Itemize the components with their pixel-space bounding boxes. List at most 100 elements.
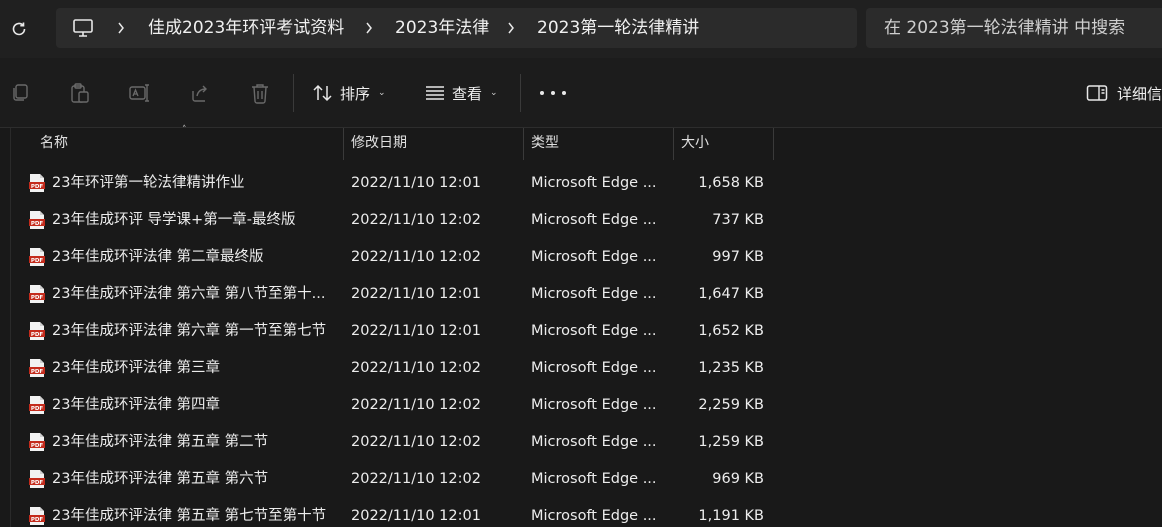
svg-text:PDF: PDF <box>31 258 44 264</box>
breadcrumb-item[interactable]: 佳成2023年环评考试资料 <box>148 17 344 39</box>
file-type: Microsoft Edge ... <box>531 175 657 191</box>
svg-text:PDF: PDF <box>31 517 44 523</box>
file-modified-date: 2022/11/10 12:02 <box>351 397 481 413</box>
pdf-file-icon: PDF <box>29 470 45 488</box>
file-row[interactable]: PDF 23年佳成环评法律 第五章 第二节 2022/11/10 12:02 M… <box>11 424 1162 461</box>
rename-button[interactable] <box>129 82 151 104</box>
sort-button[interactable]: 排序 ⌄ <box>312 78 386 108</box>
file-type: Microsoft Edge ... <box>531 360 657 376</box>
copy-button[interactable] <box>9 82 31 104</box>
column-header-size[interactable]: 大小 <box>674 128 774 160</box>
column-header-label: 修改日期 <box>351 135 407 151</box>
pdf-file-icon: PDF <box>29 433 45 451</box>
file-row[interactable]: PDF 23年佳成环评法律 第四章 2022/11/10 12:02 Micro… <box>11 387 1162 424</box>
chevron-down-icon: ⌄ <box>378 88 386 98</box>
view-button[interactable]: 查看 ⌄ <box>424 78 498 108</box>
pdf-file-icon: PDF <box>29 507 45 525</box>
file-size: 1,647 KB <box>698 286 764 302</box>
file-size: 969 KB <box>712 471 764 487</box>
file-size: 1,235 KB <box>698 360 764 376</box>
file-row[interactable]: PDF 23年佳成环评法律 第六章 第八节至第十... 2022/11/10 1… <box>11 276 1162 313</box>
more-options-button[interactable] <box>540 82 566 104</box>
pdf-file-icon: PDF <box>29 211 45 229</box>
file-type: Microsoft Edge ... <box>531 249 657 265</box>
file-name: 23年佳成环评法律 第六章 第八节至第十... <box>52 286 326 302</box>
file-name: 23年环评第一轮法律精讲作业 <box>52 175 245 191</box>
svg-text:PDF: PDF <box>31 332 44 338</box>
column-divider[interactable] <box>773 128 774 160</box>
file-size: 1,658 KB <box>698 175 764 191</box>
chevron-down-icon: ⌄ <box>490 88 498 98</box>
sort-ascending-icon: ˄ <box>182 125 187 135</box>
file-row[interactable]: PDF 23年佳成环评法律 第六章 第一节至第七节 2022/11/10 12:… <box>11 313 1162 350</box>
file-name: 23年佳成环评法律 第二章最终版 <box>52 249 264 265</box>
file-row[interactable]: PDF 23年佳成环评 导学课+第一章-最终版 2022/11/10 12:02… <box>11 202 1162 239</box>
rename-icon <box>129 84 149 102</box>
address-box[interactable]: 佳成2023年环评考试资料 2023年法律 2023第一轮法律精讲 <box>56 8 857 48</box>
file-modified-date: 2022/11/10 12:02 <box>351 434 481 450</box>
view-icon <box>426 86 444 100</box>
breadcrumb-chevron-icon[interactable] <box>114 18 128 38</box>
sort-icon <box>313 84 332 102</box>
delete-button[interactable] <box>249 82 271 104</box>
more-icon <box>562 91 566 95</box>
details-pane-button[interactable]: 详细信息 <box>1086 78 1162 108</box>
column-header-label: 类型 <box>531 135 559 151</box>
toolbar-divider <box>520 74 521 112</box>
search-input[interactable] <box>884 17 1162 39</box>
sort-label: 排序 <box>340 84 371 103</box>
file-modified-date: 2022/11/10 12:02 <box>351 249 481 265</box>
svg-text:PDF: PDF <box>31 295 44 301</box>
file-name: 23年佳成环评法律 第五章 第六节 <box>52 471 269 487</box>
view-label: 查看 <box>452 84 483 103</box>
file-size: 997 KB <box>712 249 764 265</box>
file-row[interactable]: PDF 23年佳成环评法律 第五章 第七节至第十节 2022/11/10 12:… <box>11 498 1162 527</box>
column-header-date[interactable]: 修改日期 <box>344 128 524 160</box>
file-row[interactable]: PDF 23年环评第一轮法律精讲作业 2022/11/10 12:01 Micr… <box>11 165 1162 202</box>
file-modified-date: 2022/11/10 12:01 <box>351 508 481 524</box>
column-header-label: 大小 <box>681 135 709 151</box>
refresh-icon <box>12 22 26 36</box>
pdf-file-icon: PDF <box>29 359 45 377</box>
delete-icon <box>252 84 268 104</box>
breadcrumb-chevron-icon[interactable] <box>362 18 376 38</box>
share-button[interactable] <box>189 82 211 104</box>
file-name: 23年佳成环评 导学课+第一章-最终版 <box>52 212 296 228</box>
file-row[interactable]: PDF 23年佳成环评法律 第二章最终版 2022/11/10 12:02 Mi… <box>11 239 1162 276</box>
file-name: 23年佳成环评法律 第三章 <box>52 360 221 376</box>
file-type: Microsoft Edge ... <box>531 471 657 487</box>
paste-icon <box>71 83 89 103</box>
file-type: Microsoft Edge ... <box>531 397 657 413</box>
column-header-row: 名称 ˄ 修改日期 类型 大小 <box>0 125 1162 160</box>
file-modified-date: 2022/11/10 12:02 <box>351 471 481 487</box>
file-row[interactable]: PDF 23年佳成环评法律 第五章 第六节 2022/11/10 12:02 M… <box>11 461 1162 498</box>
file-row[interactable]: PDF 23年佳成环评法律 第三章 2022/11/10 12:02 Micro… <box>11 350 1162 387</box>
file-explorer-window: 佳成2023年环评考试资料 2023年法律 2023第一轮法律精讲 在 2023… <box>0 0 1162 527</box>
file-name: 23年佳成环评法律 第六章 第一节至第七节 <box>52 323 327 339</box>
column-header-name[interactable]: 名称 <box>33 128 343 160</box>
paste-button[interactable] <box>69 82 91 104</box>
details-label: 详细信息 <box>1117 84 1162 103</box>
breadcrumb-item[interactable]: 2023年法律 <box>395 17 489 39</box>
svg-text:PDF: PDF <box>31 369 44 375</box>
file-type: Microsoft Edge ... <box>531 212 657 228</box>
file-type: Microsoft Edge ... <box>531 508 657 524</box>
file-size: 2,259 KB <box>698 397 764 413</box>
file-modified-date: 2022/11/10 12:01 <box>351 323 481 339</box>
file-type: Microsoft Edge ... <box>531 434 657 450</box>
breadcrumb-chevron-icon[interactable] <box>504 18 518 38</box>
svg-text:PDF: PDF <box>31 406 44 412</box>
search-box[interactable] <box>866 8 1162 48</box>
column-header-type[interactable]: 类型 <box>524 128 674 160</box>
file-type: Microsoft Edge ... <box>531 286 657 302</box>
breadcrumb-item[interactable]: 2023第一轮法律精讲 <box>537 17 699 39</box>
this-pc-icon[interactable] <box>72 18 94 38</box>
pdf-file-icon: PDF <box>29 396 45 414</box>
share-icon <box>192 85 207 102</box>
pdf-file-icon: PDF <box>29 174 45 192</box>
file-name: 23年佳成环评法律 第五章 第七节至第十节 <box>52 508 327 524</box>
refresh-button[interactable] <box>6 16 32 42</box>
file-size: 737 KB <box>712 212 764 228</box>
file-modified-date: 2022/11/10 12:02 <box>351 360 481 376</box>
file-modified-date: 2022/11/10 12:01 <box>351 286 481 302</box>
